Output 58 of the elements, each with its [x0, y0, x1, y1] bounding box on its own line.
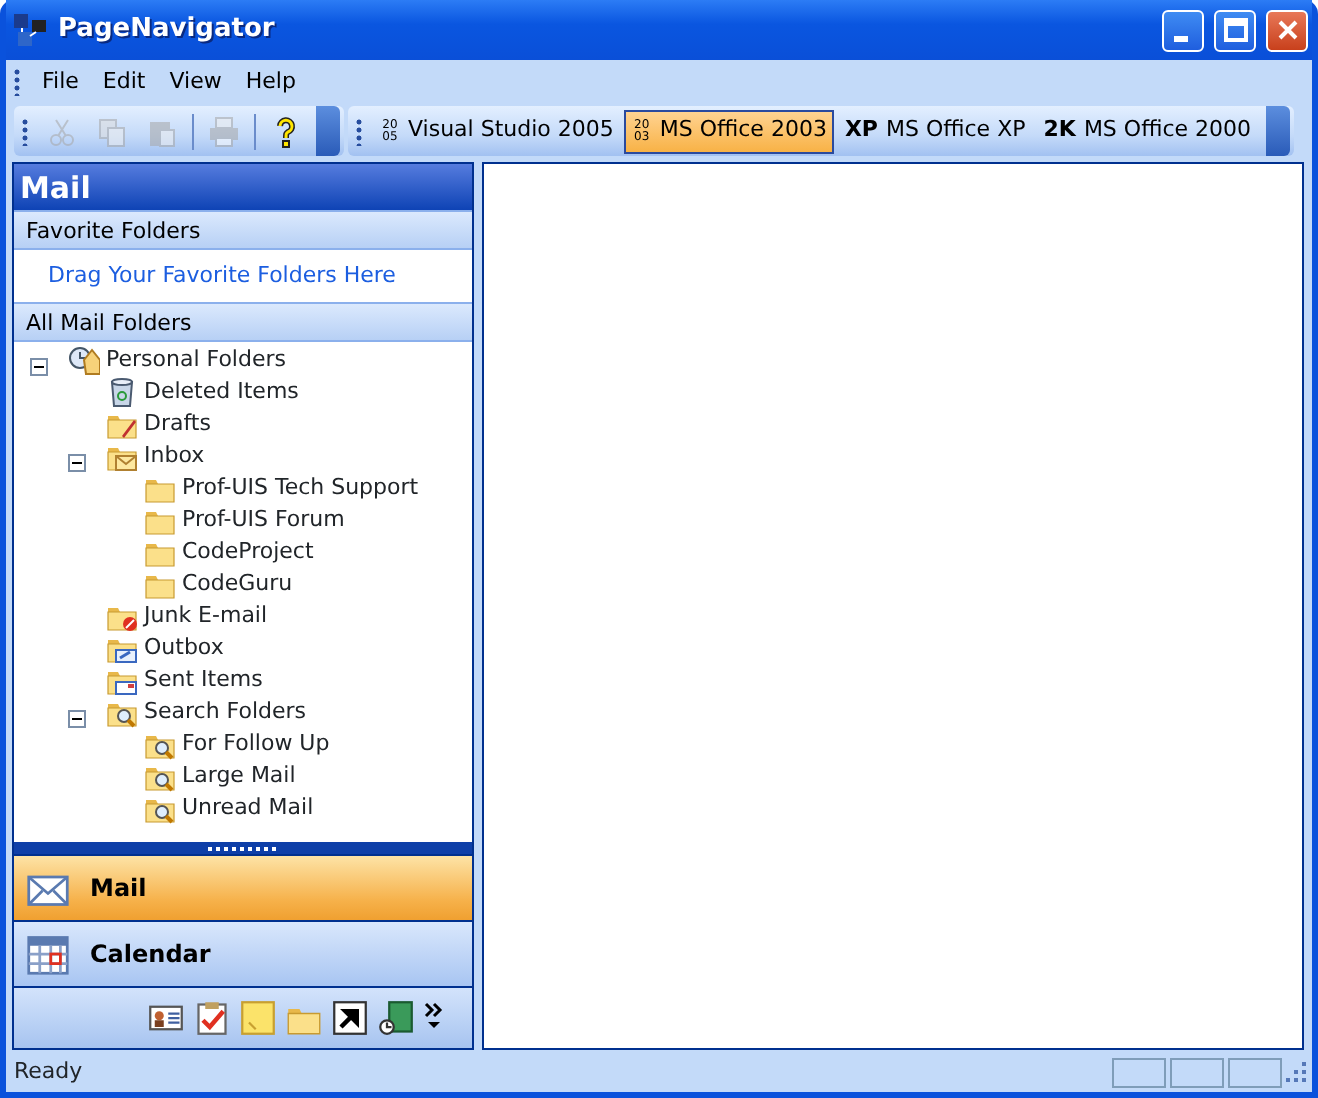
tree-item[interactable]: Personal Folders — [106, 343, 286, 377]
status-panel — [1112, 1058, 1166, 1088]
status-panel — [1170, 1058, 1224, 1088]
copy-icon — [96, 115, 128, 147]
tree-item[interactable]: Outbox — [144, 631, 224, 665]
pane-title: Mail — [14, 164, 472, 210]
chevron-icon — [424, 1000, 444, 1032]
tree-item[interactable]: CodeGuru — [182, 567, 293, 601]
scissors-icon — [46, 115, 78, 147]
close-button[interactable] — [1266, 9, 1308, 51]
favorites-hint: Drag Your Favorite Folders Here — [46, 260, 398, 292]
calendar-icon — [26, 932, 70, 976]
nav-button[interactable]: Mail — [14, 854, 472, 920]
contact-card-icon — [148, 1000, 184, 1036]
task-check-button[interactable] — [194, 1000, 230, 1036]
splitter-bar[interactable] — [14, 842, 472, 854]
journal-book-button[interactable] — [378, 1000, 414, 1036]
grip-dots-icon — [207, 845, 279, 851]
shortcut-arrow-button[interactable] — [332, 1000, 368, 1036]
theme-button[interactable]: 2K MS Office 2000 — [1035, 109, 1260, 153]
journal-book-icon — [378, 1000, 414, 1036]
tree-item[interactable]: For Follow Up — [182, 727, 330, 761]
theme-button[interactable]: XP MS Office XP — [836, 109, 1034, 153]
maximize-button[interactable] — [1214, 9, 1256, 51]
status-panel — [1228, 1058, 1282, 1088]
resize-grip[interactable] — [1286, 1062, 1308, 1084]
tree-item[interactable]: CodeProject — [182, 535, 314, 569]
trash-icon — [106, 376, 138, 408]
tree-item[interactable]: Junk E-mail — [144, 599, 268, 633]
tree-item[interactable]: Unread Mail — [182, 791, 314, 825]
menu-item[interactable]: File — [32, 65, 89, 99]
section-header: All Mail Folders — [14, 302, 472, 342]
maximize-icon — [1223, 18, 1247, 42]
status-text: Ready — [12, 1056, 85, 1089]
minimize-icon — [1173, 35, 1187, 41]
minimize-button[interactable] — [1162, 9, 1204, 51]
note-icon — [240, 1000, 276, 1036]
tree-item[interactable]: Prof-UIS Tech Support — [182, 471, 419, 505]
menu-item[interactable]: Edit — [92, 65, 156, 99]
section-header: Favorite Folders — [14, 210, 472, 250]
tree-item[interactable]: Inbox — [144, 439, 205, 473]
window-title: PageNavigator — [58, 12, 277, 49]
personal-folder-icon — [68, 344, 100, 376]
task-check-icon — [194, 1000, 230, 1036]
tree-item[interactable]: Sent Items — [144, 663, 263, 697]
tree-item[interactable]: Deleted Items — [144, 375, 299, 409]
tree-item[interactable]: Drafts — [144, 407, 211, 441]
menu-item[interactable]: Help — [235, 65, 306, 99]
contact-card-button[interactable] — [148, 1000, 184, 1036]
close-icon — [1275, 18, 1299, 42]
app-icon — [12, 12, 48, 48]
tree-item[interactable]: Search Folders — [144, 695, 307, 729]
printer-icon — [208, 115, 240, 147]
nav-button[interactable]: Calendar — [14, 920, 472, 986]
toolbar-chevron[interactable] — [1265, 106, 1290, 156]
tree-item[interactable]: Large Mail — [182, 759, 296, 793]
tree-item[interactable]: Prof-UIS Forum — [182, 503, 345, 537]
menu-item[interactable]: View — [159, 65, 232, 99]
